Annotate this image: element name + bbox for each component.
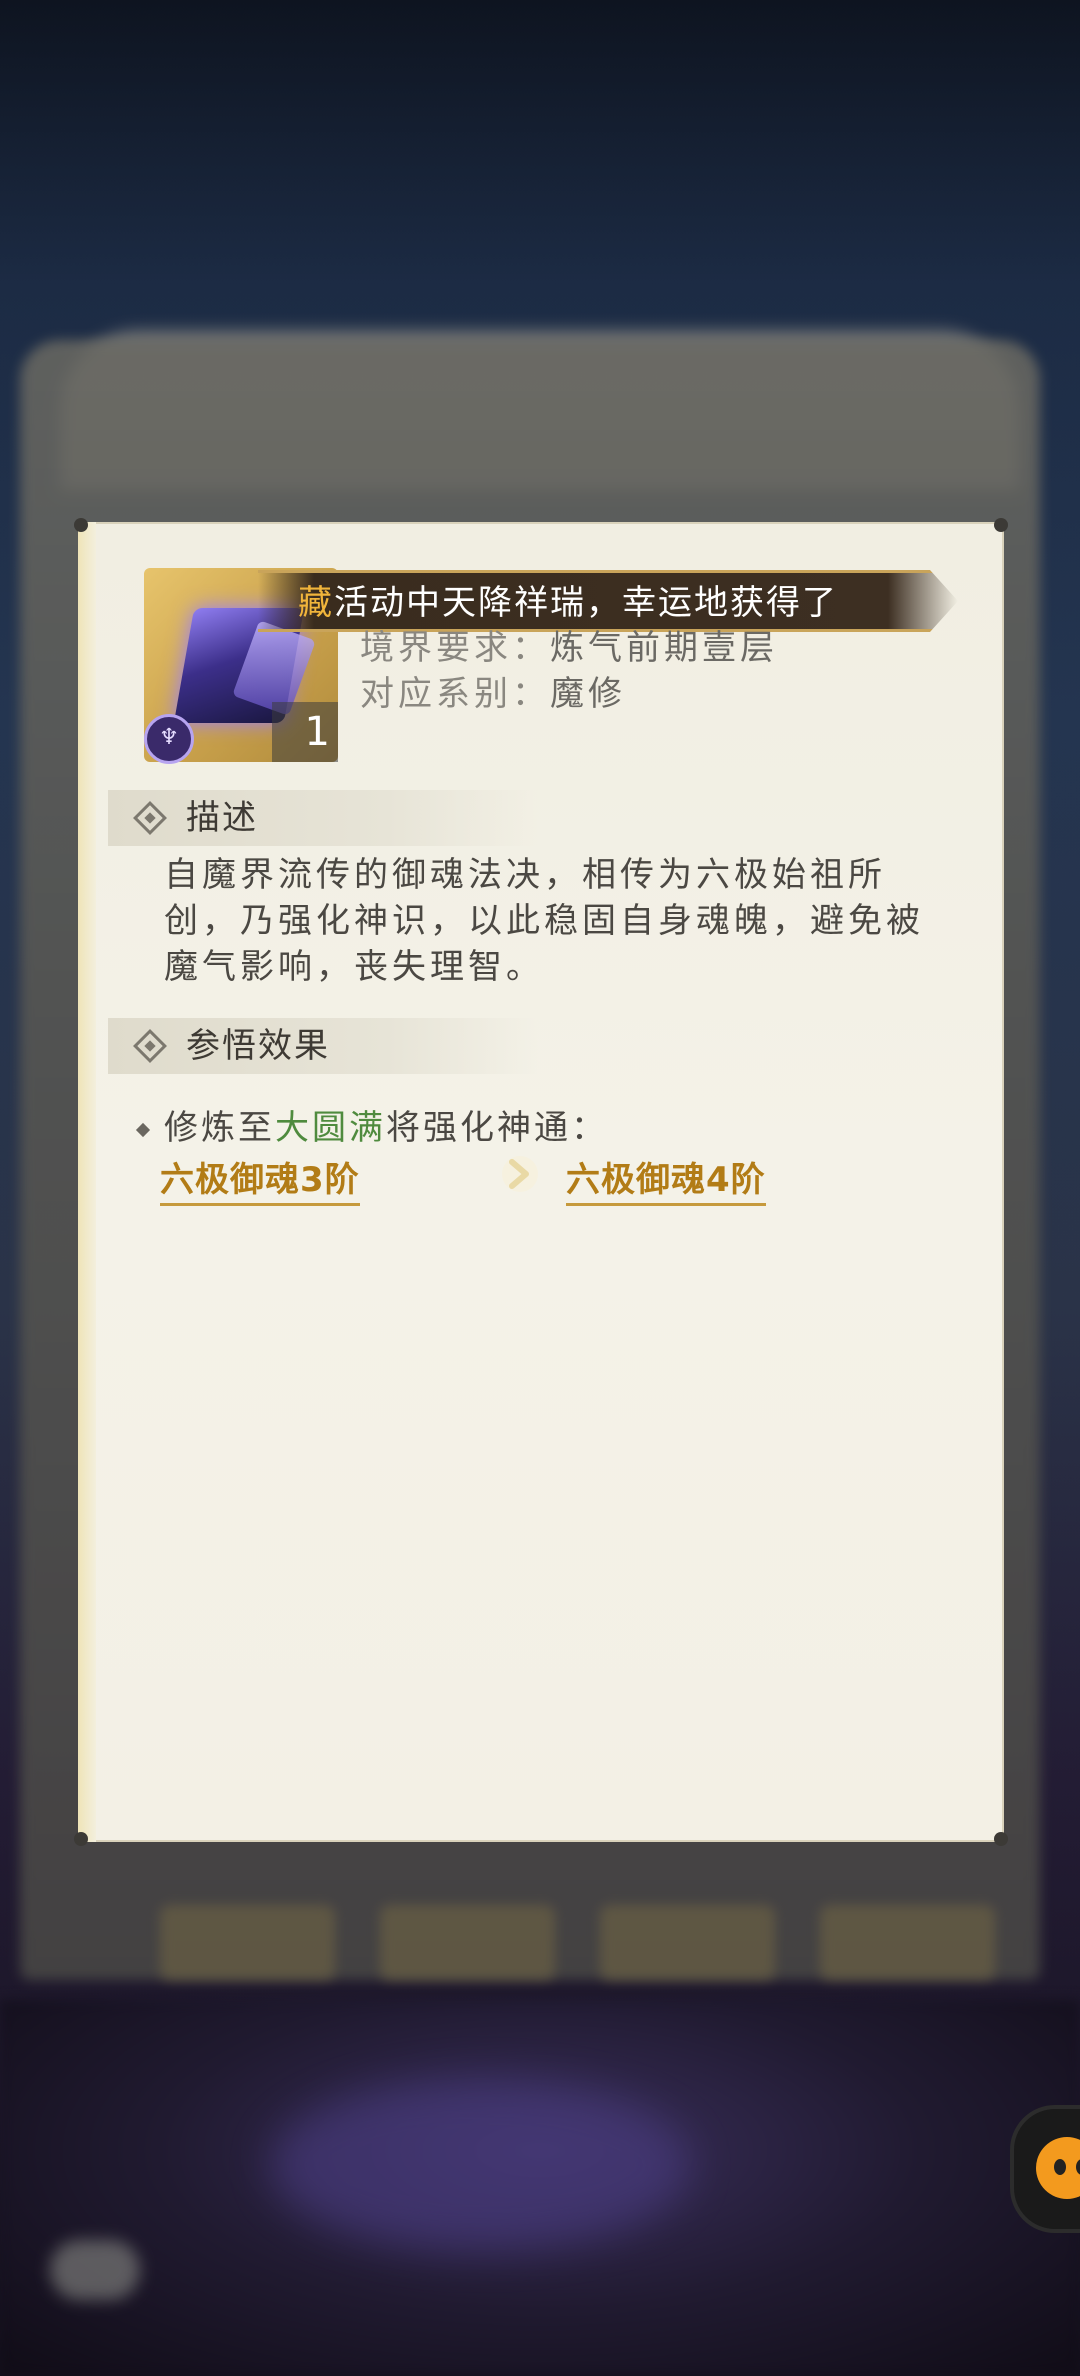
- bullet-icon: [135, 1122, 151, 1137]
- to-skill-link[interactable]: 六极御魂4阶: [566, 1152, 766, 1206]
- attribute-value: 炼气前期壹层: [550, 628, 778, 668]
- item-detail-panel: ♆ 1 藏活动中天降祥瑞，幸运地获得了 境界要求：炼气前期壹层 对应系别：魔修 …: [74, 518, 1008, 1846]
- item-quantity: 1: [272, 702, 338, 762]
- attribute-key: 境界要求：: [360, 628, 550, 668]
- effect-prefix: 修炼至: [164, 1108, 275, 1148]
- background-chat-icon: [50, 2240, 140, 2300]
- background-tab: [380, 1905, 555, 1980]
- background-tab: [820, 1905, 995, 1980]
- section-header-description: 描述: [108, 790, 538, 846]
- attribute-value: 魔修: [550, 674, 626, 714]
- panel-corner: [74, 518, 88, 532]
- banner-highlight: 藏: [298, 583, 334, 623]
- floating-assistant-button[interactable]: [1010, 2105, 1080, 2233]
- panel-corner: [994, 1832, 1008, 1846]
- background-tab: [600, 1905, 775, 1980]
- section-title: 参悟效果: [186, 1026, 330, 1066]
- description-text: 自魔界流传的御魂法决，相传为六极始祖所创，乃强化神识，以此稳固自身魂魄，避免被魔…: [164, 855, 924, 987]
- effect-highlight: 大圆满: [275, 1108, 386, 1148]
- panel-corner: [994, 518, 1008, 532]
- from-skill-link[interactable]: 六极御魂3阶: [160, 1152, 360, 1206]
- diamond-icon: [133, 1029, 167, 1063]
- background-glow: [270, 2080, 690, 2250]
- demon-sect-icon: ♆: [144, 714, 194, 764]
- attribute-realm: 境界要求：炼气前期壹层: [360, 620, 778, 669]
- effect-suffix: 将强化神通：: [386, 1108, 608, 1148]
- attribute-sect: 对应系别：魔修: [360, 666, 626, 715]
- section-header-effect: 参悟效果: [108, 1018, 538, 1074]
- mascot-eye: [1054, 2159, 1066, 2175]
- attribute-key: 对应系别：: [360, 674, 550, 714]
- effect-line: 修炼至大圆满将强化神通：: [135, 1100, 608, 1149]
- diamond-icon: [133, 801, 167, 835]
- arrow-right-icon: [502, 1156, 538, 1192]
- banner-text: 活动中天降祥瑞，幸运地获得了: [334, 583, 838, 623]
- section-title: 描述: [186, 798, 258, 838]
- panel-corner: [74, 1832, 88, 1846]
- background-tab: [160, 1905, 335, 1980]
